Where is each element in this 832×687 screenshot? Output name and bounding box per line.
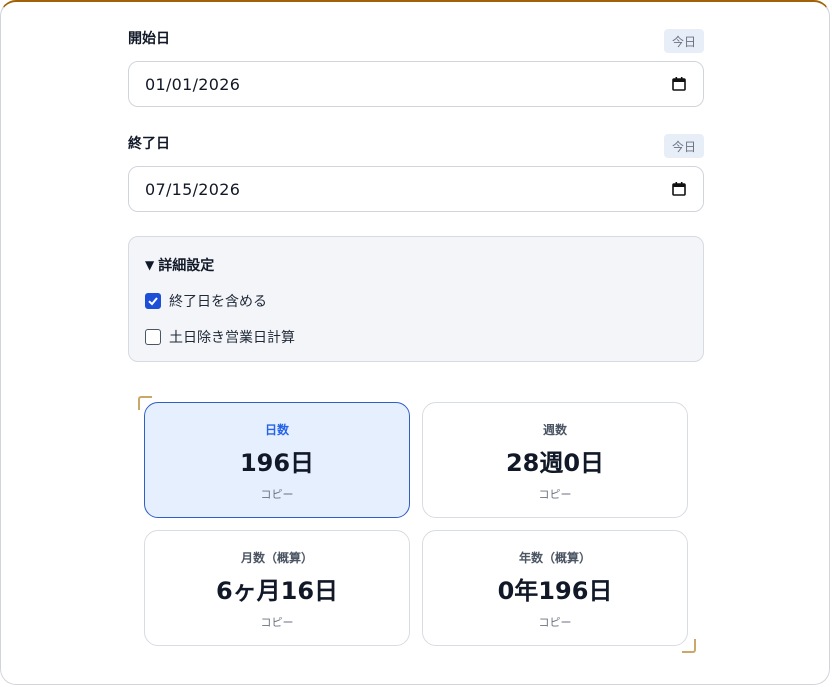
start-date-input[interactable]: 01/01/2026 xyxy=(128,61,704,107)
copy-button[interactable]: コピー xyxy=(423,486,687,502)
result-label: 週数 xyxy=(542,423,567,437)
checkmark-icon xyxy=(148,297,158,306)
advanced-settings-toggle[interactable]: ▼ 詳細設定 xyxy=(145,255,214,275)
business-days-checkbox[interactable] xyxy=(145,329,161,345)
result-value: 6ヶ月16日 xyxy=(215,577,339,605)
include-end-date-label: 終了日を含める xyxy=(169,294,267,310)
result-label: 年数（概算） xyxy=(518,551,591,565)
end-today-button[interactable]: 今日 xyxy=(664,134,704,158)
end-date-value: 07/15/2026 xyxy=(145,179,241,199)
result-value: 196日 xyxy=(239,449,315,477)
business-days-label: 土日除き営業日計算 xyxy=(169,330,295,346)
triangle-down-icon: ▼ xyxy=(145,258,155,272)
result-card-years[interactable]: 年数（概算） 0年196日 コピー xyxy=(422,530,688,646)
result-value: 28週0日 xyxy=(505,449,605,477)
result-value: 0年196日 xyxy=(497,577,613,605)
calendar-icon[interactable] xyxy=(671,76,687,92)
include-end-date-option[interactable]: 終了日を含める xyxy=(145,291,267,311)
copy-button[interactable]: コピー xyxy=(145,486,409,502)
result-card-months[interactable]: 月数（概算） 6ヶ月16日 コピー xyxy=(144,530,410,646)
end-date-input[interactable]: 07/15/2026 xyxy=(128,166,704,212)
start-date-value: 01/01/2026 xyxy=(145,74,241,94)
end-date-label: 終了日 xyxy=(128,136,170,152)
advanced-settings-title: 詳細設定 xyxy=(158,258,215,274)
result-label: 日数 xyxy=(264,423,289,437)
copy-button[interactable]: コピー xyxy=(423,614,687,630)
result-label: 月数（概算） xyxy=(240,551,313,565)
start-date-label: 開始日 xyxy=(128,31,170,47)
result-card-weeks[interactable]: 週数 28週0日 コピー xyxy=(422,402,688,518)
include-end-date-checkbox[interactable] xyxy=(145,293,161,309)
result-card-days[interactable]: 日数 196日 コピー xyxy=(144,402,410,518)
calendar-icon[interactable] xyxy=(671,181,687,197)
business-days-option[interactable]: 土日除き営業日計算 xyxy=(145,327,295,347)
advanced-settings-panel: ▼ 詳細設定 終了日を含める 土日除き営業日計算 xyxy=(128,236,704,362)
copy-button[interactable]: コピー xyxy=(145,614,409,630)
start-today-button[interactable]: 今日 xyxy=(664,29,704,53)
